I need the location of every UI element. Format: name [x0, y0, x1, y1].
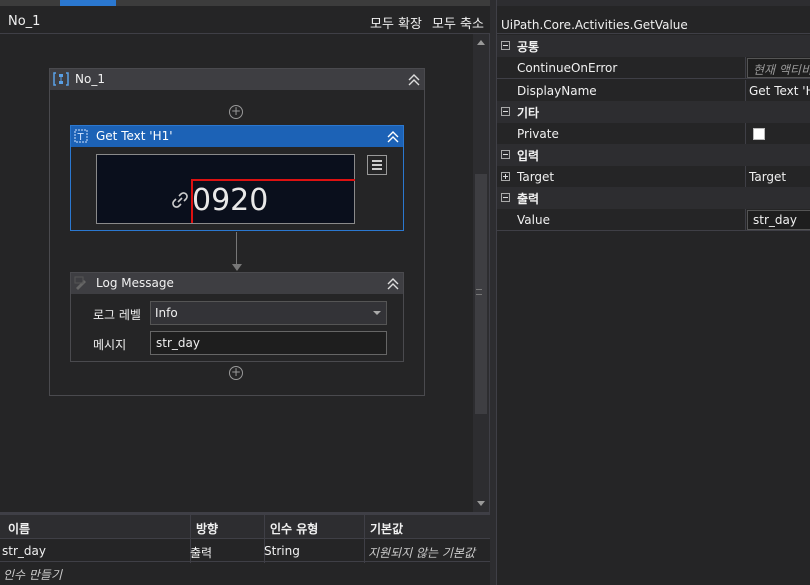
- scroll-down-icon[interactable]: [477, 501, 485, 506]
- log-message-icon: [74, 276, 86, 290]
- property-name: ContinueOnError: [517, 61, 618, 75]
- hamburger-menu-icon[interactable]: [367, 155, 387, 175]
- get-text-header[interactable]: T Get Text 'H1': [71, 126, 403, 147]
- property-row-continue-on-error[interactable]: ContinueOnError 현재 액티비티: [497, 57, 810, 79]
- property-row-value[interactable]: Value str_day: [497, 209, 810, 231]
- category-label: 입력: [517, 149, 540, 163]
- properties-titlebar: UiPath.Core.Activities.GetValue: [497, 6, 810, 34]
- argument-default[interactable]: 지원되지 않는 기본값: [368, 544, 475, 561]
- expand-toggle-icon[interactable]: [501, 172, 510, 181]
- property-divider: [745, 57, 746, 79]
- argument-type[interactable]: String: [264, 544, 300, 558]
- message-label: 메시지: [93, 338, 127, 352]
- sequence-activity[interactable]: No_1 + T Get Text 'H1' 0920 Log Message …: [49, 68, 425, 396]
- category-output[interactable]: 출력: [497, 187, 810, 209]
- sequence-icon: [53, 72, 69, 86]
- sequence-header[interactable]: No_1: [50, 69, 424, 90]
- category-label: 출력: [517, 192, 540, 206]
- arguments-panel: 이름 방향 인수 유형 기본값 str_day 출력 String 지원되지 않…: [0, 512, 490, 585]
- property-value: 현재 액티비티: [753, 63, 810, 77]
- add-activity-top-icon[interactable]: +: [229, 105, 243, 119]
- get-text-icon: T: [74, 129, 88, 143]
- collapse-toggle-icon[interactable]: [501, 150, 510, 159]
- chevron-down-icon: [373, 311, 381, 315]
- category-label: 기타: [517, 106, 540, 120]
- get-text-activity[interactable]: T Get Text 'H1' 0920: [70, 125, 404, 231]
- get-text-title: Get Text 'H1': [96, 129, 173, 143]
- column-header-default[interactable]: 기본값: [370, 520, 403, 537]
- category-input[interactable]: 입력: [497, 144, 810, 166]
- preview-text: 0920: [192, 183, 269, 218]
- expand-all-button[interactable]: 모두 확장: [370, 13, 422, 32]
- argument-name[interactable]: str_day: [2, 544, 46, 558]
- table-row[interactable]: str_day 출력 String 지원되지 않는 기본값: [0, 540, 490, 562]
- collapse-chevron-icon[interactable]: [386, 277, 400, 291]
- collapse-chevron-icon[interactable]: [407, 73, 421, 87]
- target-value[interactable]: Target: [749, 170, 786, 184]
- designer-canvas: No_1 + T Get Text 'H1' 0920 Log Message …: [0, 34, 473, 512]
- property-row-display-name[interactable]: DisplayName Get Text 'H1': [497, 80, 810, 102]
- property-row-private[interactable]: Private: [497, 123, 810, 145]
- link-icon: [172, 192, 188, 208]
- category-common[interactable]: 공통: [497, 35, 810, 57]
- sequence-title: No_1: [75, 72, 105, 86]
- property-divider: [745, 209, 746, 231]
- studio-window: No_1 모두 확장 모두 축소 No_1 + T Get Text 'H1' …: [0, 0, 810, 585]
- arguments-header: 이름 방향 인수 유형 기본값: [0, 515, 490, 539]
- designer-vertical-scrollbar[interactable]: [473, 34, 489, 512]
- category-label: 공통: [517, 40, 540, 54]
- argument-direction[interactable]: 출력: [190, 544, 212, 561]
- scroll-grip-icon: [476, 289, 482, 295]
- log-level-value: Info: [155, 306, 178, 320]
- breadcrumb[interactable]: No_1: [8, 14, 40, 29]
- target-preview-image: 0920: [96, 154, 355, 224]
- property-name: Value: [517, 213, 550, 227]
- property-row-target[interactable]: Target Target: [497, 166, 810, 188]
- category-misc[interactable]: 기타: [497, 101, 810, 123]
- collapse-toggle-icon[interactable]: [501, 107, 510, 116]
- scroll-up-icon[interactable]: [477, 40, 485, 45]
- add-activity-bottom-icon[interactable]: +: [229, 366, 243, 380]
- log-level-label: 로그 레벨: [93, 308, 141, 322]
- property-divider: [745, 80, 746, 102]
- designer-panel: No_1 모두 확장 모두 축소 No_1 + T Get Text 'H1' …: [0, 0, 490, 512]
- property-name: DisplayName: [517, 84, 597, 98]
- properties-panel: UiPath.Core.Activities.GetValue 공통 Conti…: [496, 0, 810, 585]
- flow-connector: [236, 232, 237, 266]
- log-message-activity[interactable]: Log Message 로그 레벨 Info 메시지 str_day: [70, 272, 404, 362]
- create-argument-link[interactable]: 인수 만들기: [3, 566, 62, 583]
- properties-title: UiPath.Core.Activities.GetValue: [501, 18, 688, 32]
- log-message-header[interactable]: Log Message: [71, 273, 403, 294]
- property-divider: [745, 123, 746, 145]
- column-header-direction[interactable]: 방향: [196, 520, 218, 537]
- column-header-type[interactable]: 인수 유형: [270, 520, 318, 537]
- collapse-toggle-icon[interactable]: [501, 41, 510, 50]
- column-header-name[interactable]: 이름: [8, 520, 30, 537]
- log-message-title: Log Message: [96, 276, 174, 290]
- property-name: Private: [517, 127, 559, 141]
- svg-text:T: T: [77, 132, 85, 143]
- designer-header: No_1 모두 확장 모두 축소: [0, 6, 490, 34]
- property-value: str_day: [753, 213, 797, 227]
- log-level-select[interactable]: Info: [150, 301, 387, 325]
- collapse-all-button[interactable]: 모두 축소: [432, 13, 484, 32]
- message-input[interactable]: str_day: [150, 331, 387, 355]
- collapse-toggle-icon[interactable]: [501, 193, 510, 202]
- collapse-chevron-icon[interactable]: [386, 130, 400, 144]
- property-name: Target: [517, 170, 555, 184]
- flow-arrow-icon: [232, 264, 242, 271]
- private-checkbox[interactable]: [753, 128, 765, 140]
- property-divider: [745, 166, 746, 188]
- display-name-value[interactable]: Get Text 'H1': [749, 84, 810, 98]
